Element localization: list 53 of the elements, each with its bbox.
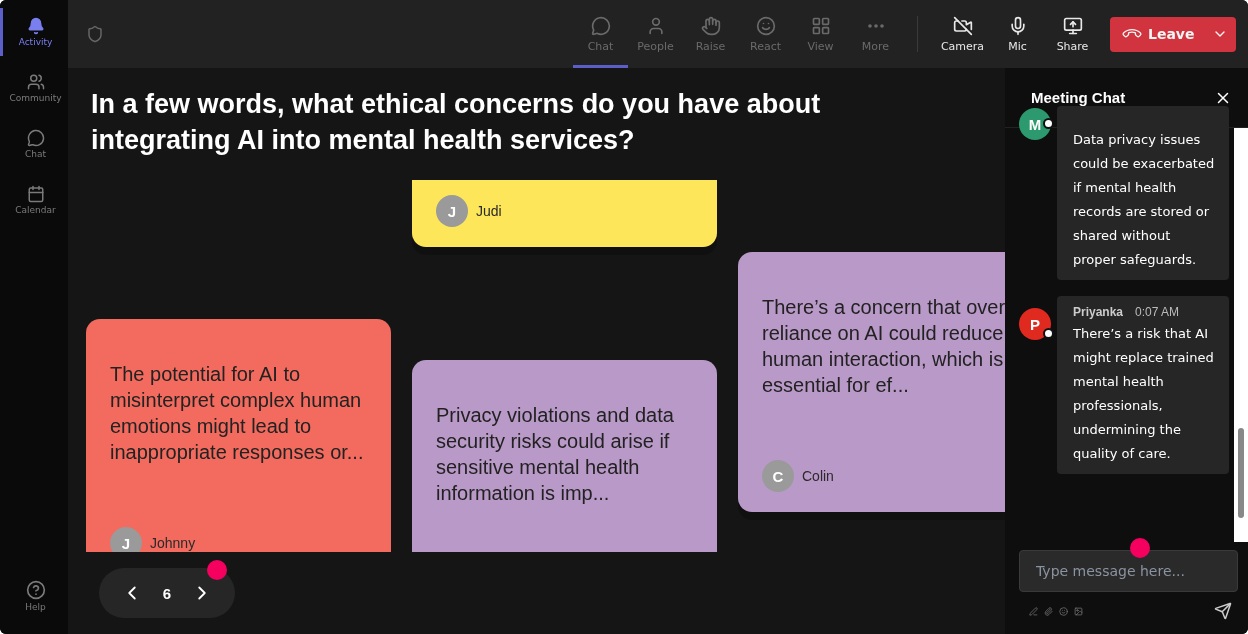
- toolbar-tab[interactable]: People: [628, 0, 683, 68]
- help-item[interactable]: Help: [0, 572, 68, 620]
- author-name: Johnny: [150, 535, 196, 551]
- message-time: 0:07 AM: [1135, 305, 1180, 319]
- grid-icon: [810, 15, 831, 36]
- hand-icon: [700, 15, 721, 36]
- device-button[interactable]: Share: [1045, 0, 1100, 68]
- sender-name: Priyanka: [1073, 305, 1124, 319]
- avatar: M: [1019, 108, 1051, 140]
- chat-title: Meeting Chat: [1031, 89, 1126, 106]
- people-icon: [26, 73, 45, 91]
- note-text: The potential for AI to misinterpret complex human emotions might lead to inappropriate responses or...: [110, 362, 365, 465]
- question-title: In a few words, what ethical concerns do you have about integrating AI into mental health services?: [90, 88, 822, 157]
- more-icon: [867, 23, 884, 28]
- leave-button[interactable]: Leave: [1110, 16, 1236, 52]
- note-text: There’s a concern that over reliance on AI could reduce human interaction, which is essential for ef...: [762, 295, 1005, 398]
- calendar-icon: [26, 185, 45, 203]
- status-icon: [1043, 118, 1054, 129]
- author-name: Colin: [802, 468, 834, 484]
- toolbar-tab[interactable]: React: [738, 0, 793, 68]
- chat-icon: [26, 129, 45, 147]
- rail-item[interactable]: Chat: [0, 120, 68, 168]
- attach-icon[interactable]: [1044, 606, 1053, 616]
- send-icon[interactable]: [1214, 602, 1232, 620]
- shield-icon: [86, 25, 104, 43]
- toolbar-tab[interactable]: View: [793, 0, 848, 68]
- message-field[interactable]: Type message here...: [1019, 550, 1238, 592]
- device-button[interactable]: Camera: [935, 0, 990, 68]
- toolbar-tab[interactable]: Raise: [683, 0, 738, 68]
- pointer-dot: [207, 560, 227, 580]
- chat-icon: [590, 15, 611, 36]
- image-icon[interactable]: [1074, 606, 1083, 616]
- camera-off-icon: [952, 15, 973, 36]
- author-name: Judi: [476, 203, 502, 219]
- avatar: P: [1019, 308, 1051, 340]
- avatar: C: [762, 460, 794, 492]
- message-text: Data privacy issues could be exacerbated if mental health records are stored or shared without proper safeguards.: [1073, 131, 1215, 269]
- status-icon: [1043, 328, 1054, 339]
- share-screen-icon: [1062, 15, 1083, 36]
- note-text: Privacy violations and data security risks could arise if sensitive mental health information is imp...: [436, 403, 675, 506]
- toolbar-tab[interactable]: More: [848, 0, 903, 68]
- smiley-icon: [755, 15, 776, 36]
- format-icon[interactable]: [1029, 606, 1038, 616]
- avatar: J: [110, 527, 142, 552]
- rail-item[interactable]: Calendar: [0, 176, 68, 224]
- bell-icon: [26, 17, 45, 35]
- device-button[interactable]: Mic: [990, 0, 1045, 68]
- message-text: There’s a risk that AI might replace trained mental health professionals, undermining the quality of care.: [1073, 325, 1215, 463]
- avatar: J: [436, 195, 468, 227]
- page-number: 6: [162, 584, 172, 602]
- help-icon: [25, 580, 46, 600]
- rail-item[interactable]: Community: [0, 64, 68, 112]
- emoji-icon[interactable]: [1059, 606, 1068, 616]
